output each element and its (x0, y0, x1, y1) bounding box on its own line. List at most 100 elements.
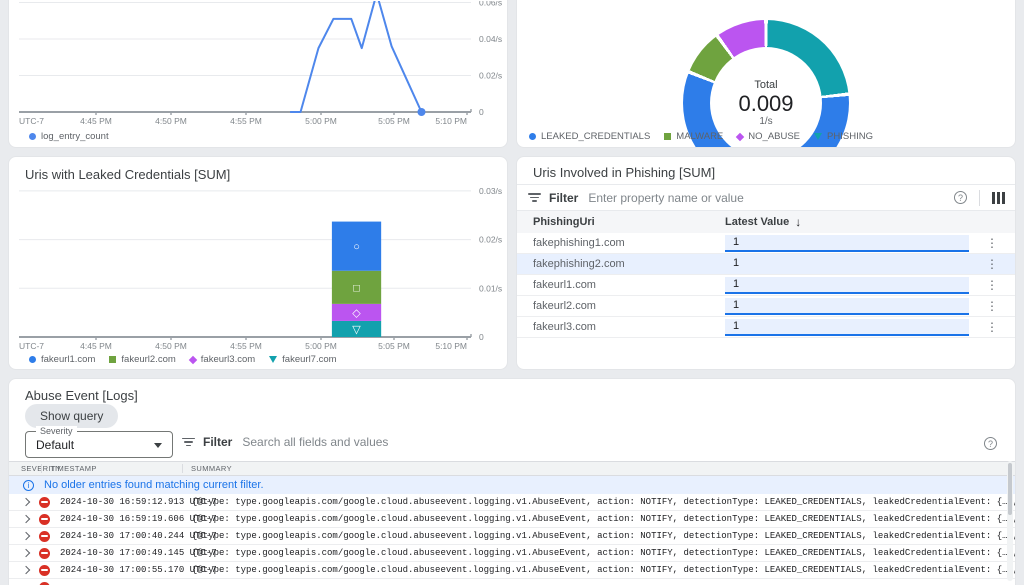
table-filterbar[interactable]: Filter Enter property name or value ? (517, 185, 1015, 211)
widget-title: Uris Involved in Phishing [SUM] (533, 165, 715, 180)
legend-label: LEAKED_CREDENTIALS (541, 131, 650, 142)
legend-item[interactable]: fakeurl3.com (190, 354, 255, 365)
expand-chevron-icon[interactable] (22, 515, 30, 523)
legend-item[interactable]: log_entry_count (29, 131, 109, 142)
legend-item[interactable]: LEAKED_CREDENTIALS (529, 131, 650, 142)
column-settings-icon[interactable] (992, 192, 1005, 204)
log-timestamp: 2024-10-30 16:59:19.606 UTC-7 (60, 514, 192, 524)
legend-item[interactable]: MALWARE (664, 131, 723, 142)
logs-info-banner: i No older entries found matching curren… (9, 476, 1015, 494)
severity-dropdown-label: Severity (36, 426, 77, 436)
expand-chevron-icon[interactable] (22, 532, 30, 540)
circle-marker-icon (29, 133, 36, 140)
table-row[interactable]: fakeurl2.com1⋮ (517, 296, 1015, 317)
y-tick-label: 0.03/s (479, 186, 502, 196)
logs-scrollbar[interactable] (1007, 461, 1013, 581)
phishing-uri-cell: fakeurl3.com (517, 321, 725, 333)
legend-label: PHISHING (827, 131, 873, 142)
log-row[interactable]: 2024-10-30 17:00:40.244 UTC-7{@type: typ… (9, 528, 1015, 545)
bar-segment-marker-icon: ◇ (352, 307, 361, 319)
phishing-uri-cell: fakephishing1.com (517, 237, 725, 249)
logs-body: 2024-10-30 16:59:12.913 UTC-7{@type: typ… (9, 494, 1015, 585)
row-menu-icon[interactable]: ⋮ (977, 299, 1007, 313)
y-tick-label: 0.02/s (479, 71, 502, 81)
table-titlebar: Uris Involved in Phishing [SUM] (517, 157, 1015, 185)
column-header-latest-value[interactable]: Latest Value ↓ (725, 215, 977, 229)
latest-value-cell: 1 (725, 277, 977, 294)
square-marker-icon (109, 356, 116, 363)
help-icon[interactable]: ? (984, 437, 997, 450)
legend-item[interactable]: fakeurl7.com (269, 354, 336, 365)
help-icon[interactable]: ? (954, 191, 967, 204)
legend-item[interactable]: fakeurl1.com (29, 354, 95, 365)
latest-value-cell: 1 (725, 319, 977, 336)
filter-label: Filter (203, 435, 232, 449)
circle-marker-icon (29, 356, 36, 363)
y-tick-label: 0.02/s (479, 235, 502, 245)
bar-segment-marker-icon: □ (353, 282, 360, 294)
y-tick-label: 0 (479, 332, 484, 342)
legend-item[interactable]: fakeurl2.com (109, 354, 175, 365)
severity-error-icon (39, 531, 50, 542)
legend-label: NO_ABUSE (748, 131, 800, 142)
phishing-uri-cell: fakeurl2.com (517, 300, 725, 312)
bar-chart-legend: fakeurl1.com fakeurl2.com fakeurl3.com fake… (29, 354, 337, 365)
donut-total-unit: 1/s (759, 116, 772, 127)
info-icon: i (23, 480, 34, 491)
log-row[interactable]: 2024-10-30 16:59:12.913 UTC-7{@type: typ… (9, 494, 1015, 511)
x-tick-label: 4:45 PM (80, 341, 112, 351)
logs-filterbar[interactable]: Filter Search all fields and values (181, 435, 388, 449)
donut-legend: LEAKED_CREDENTIALS MALWARE NO_ABUSE PHISHIN… (529, 131, 873, 142)
row-menu-icon[interactable]: ⋮ (977, 320, 1007, 334)
row-menu-icon[interactable]: ⋮ (977, 257, 1007, 271)
column-header-phishinguri[interactable]: PhishingUri (517, 216, 725, 228)
log-timestamp: 2024-10-30 17:00:40.244 UTC-7 (60, 531, 192, 541)
x-tick-label: 5:00 PM (305, 116, 337, 126)
table-row[interactable]: fakeurl3.com1⋮ (517, 317, 1015, 338)
severity-error-icon (39, 565, 50, 576)
widget-log-entry-count: 0.06/s0.04/s0.02/s0UTC-74:45 PM4:50 PM4:… (8, 0, 508, 148)
diamond-marker-icon (736, 132, 744, 140)
donut-total-value: 0.009 (738, 91, 793, 116)
log-row[interactable]: 2024-10-30 16:59:19.606 UTC-7{@type: typ… (9, 511, 1015, 528)
x-tick-label: 4:50 PM (155, 116, 187, 126)
row-menu-icon[interactable]: ⋮ (977, 236, 1007, 250)
x-tick-label: 5:00 PM (305, 341, 337, 351)
table-row[interactable]: fakeurl1.com1⋮ (517, 275, 1015, 296)
show-query-button[interactable]: Show query (25, 404, 118, 428)
phishing-uri-cell: fakephishing2.com (517, 258, 725, 270)
log-summary: {@type: type.googleapis.com/google.cloud… (192, 565, 1015, 575)
log-row[interactable]: 2024-10-30 17:00:49.145 UTC-7{@type: typ… (9, 545, 1015, 562)
divider (979, 190, 980, 206)
legend-item[interactable]: PHISHING (814, 131, 873, 142)
column-header-timestamp: TIMESTAMP (42, 464, 182, 473)
expand-chevron-icon[interactable] (22, 549, 30, 557)
table-body: fakephishing1.com1⋮fakephishing2.com1⋮fa… (517, 233, 1015, 338)
latest-value-cell: 1 (725, 298, 977, 315)
x-tick-label: 4:55 PM (230, 341, 262, 351)
log-summary: {@type: type.googleapis.com/google.cloud… (192, 514, 1015, 524)
value-bar: 1 (725, 235, 969, 252)
filter-input[interactable]: Enter property name or value (588, 191, 954, 205)
log-row[interactable]: 2024-10-30 17:00:55.170 UTC-7{@type: typ… (9, 562, 1015, 579)
donut-chart[interactable]: Total 0.009 1/s (683, 20, 849, 148)
table-row[interactable]: fakephishing2.com1⋮ (517, 254, 1015, 275)
table-row[interactable]: fakephishing1.com1 ⋮ (517, 233, 1015, 254)
filter-label: Filter (549, 191, 578, 205)
circle-marker-icon (529, 133, 536, 140)
severity-error-icon (39, 582, 50, 585)
sort-desc-icon[interactable]: ↓ (795, 215, 801, 229)
legend-label: fakeurl3.com (201, 354, 255, 365)
scrollbar-thumb[interactable] (1008, 463, 1012, 515)
severity-dropdown[interactable]: Severity Default (25, 431, 173, 458)
logs-search-input[interactable]: Search all fields and values (242, 435, 388, 449)
expand-chevron-icon[interactable] (22, 566, 30, 574)
phishing-uri-cell: fakeurl1.com (517, 279, 725, 291)
square-marker-icon (664, 133, 671, 140)
latest-value-cell: 1 (725, 256, 977, 273)
row-menu-icon[interactable]: ⋮ (977, 278, 1007, 292)
line-chart-legend: log_entry_count (29, 131, 109, 142)
log-row[interactable] (9, 579, 1015, 585)
expand-chevron-icon[interactable] (22, 498, 30, 506)
legend-item[interactable]: NO_ABUSE (737, 131, 800, 142)
